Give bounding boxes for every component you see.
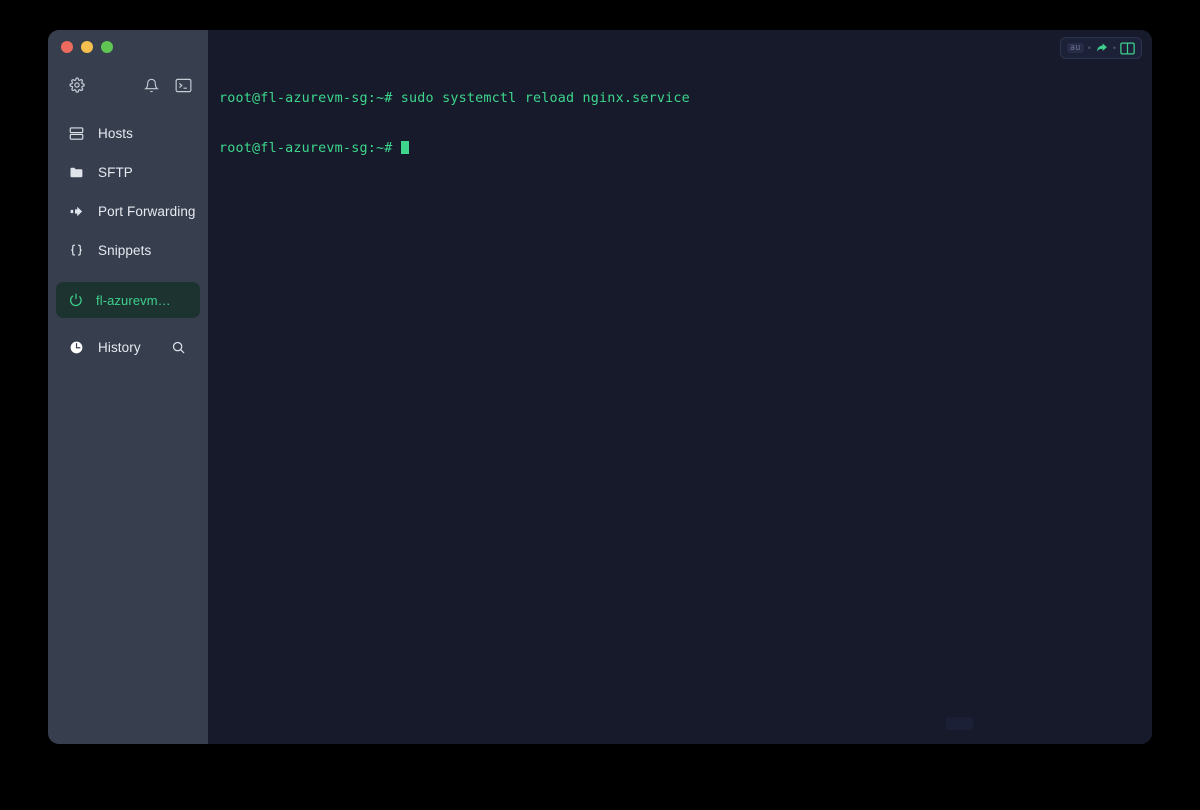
session-label: fl-azurevm… bbox=[96, 292, 171, 308]
bell-icon[interactable] bbox=[144, 78, 159, 93]
terminal-prompt-text: root@fl-azurevm-sg:~# bbox=[219, 140, 401, 156]
split-pane-icon[interactable] bbox=[1120, 41, 1135, 55]
control-separator: • bbox=[1087, 42, 1091, 53]
sidebar-item-label: Hosts bbox=[98, 126, 134, 141]
sidebar-item-snippets[interactable]: Snippets bbox=[48, 231, 208, 270]
sidebar-nav-list: Hosts SFTP Port Forwarding Snippets bbox=[48, 114, 208, 270]
pane-controls: au • • bbox=[1059, 37, 1142, 59]
terminal-line: root@fl-azurevm-sg:~# sudo systemctl rel… bbox=[219, 91, 690, 107]
control-separator: • bbox=[1112, 42, 1116, 53]
sidebar: Hosts SFTP Port Forwarding Snippets fl-a… bbox=[48, 30, 208, 744]
sidebar-item-label: Port Forwarding bbox=[98, 204, 196, 219]
sidebar-item-history[interactable]: History bbox=[48, 328, 208, 367]
traffic-lights bbox=[48, 30, 208, 53]
sidebar-session-list: fl-azurevm… bbox=[48, 282, 208, 318]
session-active-icon bbox=[69, 293, 85, 307]
terminal-pane[interactable]: root@fl-azurevm-sg:~# sudo systemctl rel… bbox=[208, 30, 1152, 744]
share-arrow-icon[interactable] bbox=[1095, 41, 1109, 55]
folder-icon bbox=[69, 165, 87, 180]
app-window: Hosts SFTP Port Forwarding Snippets fl-a… bbox=[48, 30, 1152, 744]
braces-icon bbox=[69, 243, 87, 258]
sidebar-item-session-fl-azurevm[interactable]: fl-azurevm… bbox=[56, 282, 200, 318]
sidebar-item-port-forwarding[interactable]: Port Forwarding bbox=[48, 192, 208, 231]
autocomplete-badge[interactable]: au bbox=[1066, 42, 1084, 54]
terminal-cursor bbox=[400, 140, 409, 154]
gear-icon[interactable] bbox=[69, 77, 85, 93]
faded-badge bbox=[946, 717, 973, 730]
sidebar-item-hosts[interactable]: Hosts bbox=[48, 114, 208, 153]
sidebar-item-sftp[interactable]: SFTP bbox=[48, 153, 208, 192]
clock-icon bbox=[69, 340, 87, 355]
arrow-right-icon bbox=[69, 204, 87, 219]
sidebar-toolbar bbox=[48, 68, 208, 102]
search-icon[interactable] bbox=[171, 340, 186, 355]
sidebar-item-label: SFTP bbox=[98, 165, 133, 180]
close-button[interactable] bbox=[61, 41, 73, 53]
terminal-output: root@fl-azurevm-sg:~# sudo systemctl rel… bbox=[208, 30, 1152, 191]
server-rack-icon bbox=[69, 126, 87, 141]
terminal-icon[interactable] bbox=[175, 78, 192, 93]
minimize-button[interactable] bbox=[81, 41, 93, 53]
history-label: History bbox=[98, 340, 141, 355]
maximize-button[interactable] bbox=[101, 41, 113, 53]
sidebar-item-label: Snippets bbox=[98, 243, 152, 258]
terminal-line-prompt: root@fl-azurevm-sg:~# bbox=[219, 140, 1152, 158]
